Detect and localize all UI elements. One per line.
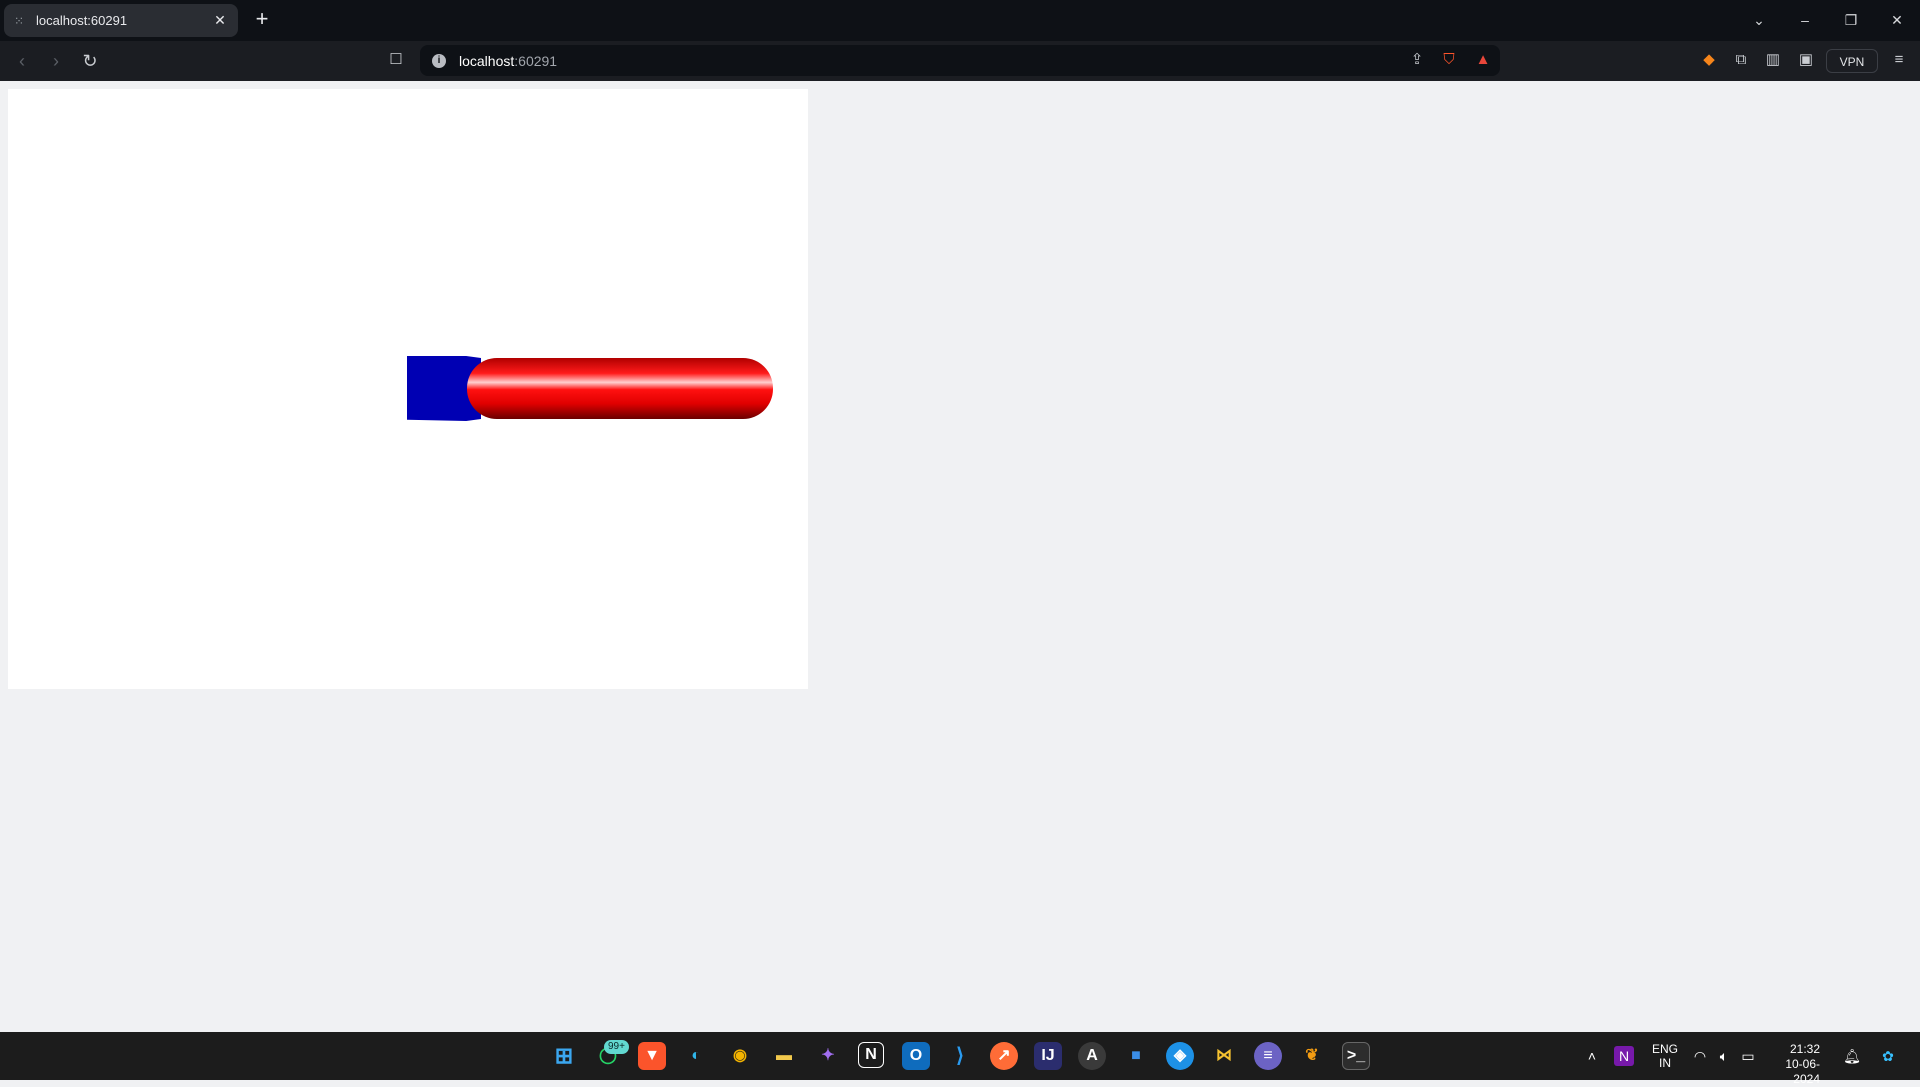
forward-icon[interactable]: › [44, 49, 68, 73]
wallet-icon[interactable]: ▣ [1795, 49, 1817, 71]
file-explorer-icon[interactable]: ▬ [770, 1042, 798, 1070]
vpn-button[interactable]: VPN [1826, 49, 1878, 73]
reload-icon[interactable]: ↻ [78, 49, 102, 73]
bookmark-icon[interactable]: ☐ [385, 49, 407, 71]
intellij-icon[interactable]: IJ [1034, 1042, 1062, 1070]
volume-icon[interactable]: 🔈︎ [1714, 1046, 1734, 1066]
lang-code: ENG [1652, 1042, 1679, 1056]
app-icon[interactable]: ⋈ [1210, 1042, 1238, 1070]
minimize-button[interactable]: – [1792, 8, 1818, 32]
brave-shields-icon[interactable]: ⛉ [1438, 49, 1460, 71]
vscode-icon[interactable]: ⟩ [946, 1042, 974, 1070]
browser-toolbar: ‹ › ↻ ☐ i localhost:60291 ⇪ ⛉ ▲ ◆ ⧉ ▥ ▣ … [0, 41, 1920, 81]
restore-button[interactable]: ❐ [1838, 8, 1864, 32]
language-indicator[interactable]: ENG IN [1652, 1042, 1678, 1070]
copilot-icon[interactable]: ✿ [1878, 1046, 1898, 1066]
time: 21:32 [1789, 1042, 1820, 1056]
clock[interactable]: 21:32 10-06-2024 [1770, 1042, 1820, 1087]
extensions-icon[interactable]: ⧉ [1730, 49, 1752, 71]
share-icon[interactable]: ⇪ [1406, 49, 1428, 71]
fl-studio-icon[interactable]: ❦ [1298, 1042, 1326, 1070]
vpn-label: VPN [1839, 55, 1865, 69]
close-tab-icon[interactable]: ✕ [210, 10, 230, 30]
outlook-icon[interactable]: O [902, 1042, 930, 1070]
notification-badge: 99+ [604, 1040, 629, 1054]
tab-search-icon[interactable]: ⌄ [1746, 8, 1772, 32]
chevron-up-icon[interactable]: ˄ [1582, 1046, 1602, 1066]
app-icon[interactable]: ✦ [814, 1042, 842, 1070]
windows-start-icon[interactable]: ⊞ [550, 1042, 578, 1070]
address-bar[interactable]: i localhost:60291 ⇪ ⛉ ▲ [420, 45, 1500, 76]
site-info-icon[interactable]: i [432, 54, 446, 68]
battery-icon[interactable]: ▭ [1738, 1046, 1758, 1066]
edge-icon[interactable]: ◐ [682, 1042, 710, 1070]
terminal-icon[interactable]: >_ [1342, 1042, 1370, 1070]
docker-icon[interactable]: ◈ [1166, 1042, 1194, 1070]
brave-rewards-icon[interactable]: ▲ [1472, 49, 1494, 71]
back-icon[interactable]: ‹ [10, 49, 34, 73]
app-icon[interactable]: ≡ [1254, 1042, 1282, 1070]
url-host: localhost [459, 53, 515, 69]
postman-icon[interactable]: ↗ [990, 1042, 1018, 1070]
lang-region: IN [1659, 1056, 1671, 1070]
render-canvas[interactable] [8, 89, 808, 689]
app-store-icon[interactable]: A [1078, 1042, 1106, 1070]
loading-icon: ⁙ [14, 14, 25, 28]
sidebar-icon[interactable]: ▥ [1762, 49, 1784, 71]
wifi-icon[interactable]: ◠ [1690, 1046, 1710, 1066]
url-text[interactable]: localhost:60291 [459, 53, 557, 69]
metamask-icon[interactable]: ◆ [1698, 49, 1720, 71]
browser-tab[interactable]: ⁙ localhost:60291 ✕ [4, 4, 238, 37]
date: 10-06-2024 [1785, 1057, 1820, 1086]
chrome-icon[interactable]: ◉ [726, 1042, 754, 1070]
close-window-button[interactable]: ✕ [1884, 8, 1910, 32]
tab-strip: ⁙ localhost:60291 ✕ + ⌄ – ❐ ✕ [0, 0, 1920, 41]
brave-icon[interactable]: ▼ [638, 1042, 666, 1070]
menu-icon[interactable]: ≡ [1888, 49, 1910, 71]
red-cylinder [467, 358, 773, 419]
onenote-icon[interactable]: N [1614, 1046, 1634, 1066]
taskbar: ⊞ ◯ 99+ ▼ ◐ ◉ ▬ ✦ N O ⟩ ↗ IJ A ■ ◈ ⋈ ≡ ❦… [0, 1032, 1920, 1086]
app-icon[interactable]: ■ [1122, 1042, 1150, 1070]
tab-title: localhost:60291 [36, 13, 128, 28]
new-tab-button[interactable]: + [250, 8, 274, 32]
url-port: :60291 [514, 53, 558, 69]
bell-icon[interactable]: 🔔︎ [1842, 1046, 1862, 1066]
notion-icon[interactable]: N [858, 1042, 884, 1068]
